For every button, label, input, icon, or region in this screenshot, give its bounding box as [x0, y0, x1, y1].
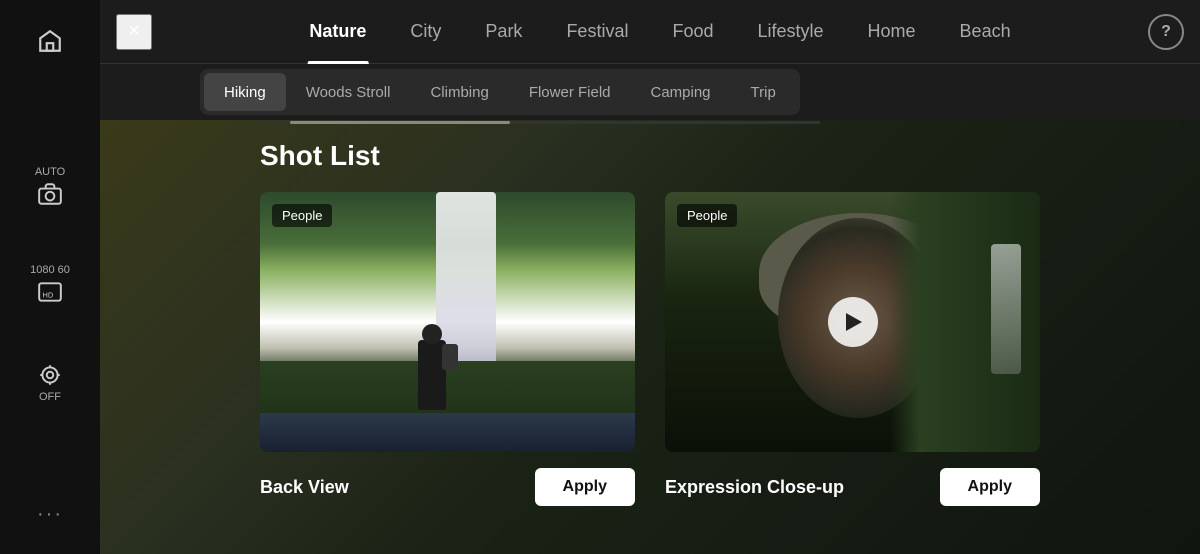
- tab-park[interactable]: Park: [463, 0, 544, 64]
- subtab-climbing[interactable]: Climbing: [410, 73, 508, 111]
- subtab-flower-field[interactable]: Flower Field: [509, 73, 631, 111]
- subtab-woods-stroll[interactable]: Woods Stroll: [286, 73, 411, 111]
- tab-nature[interactable]: Nature: [287, 0, 388, 64]
- subtab-camping[interactable]: Camping: [631, 73, 731, 111]
- play-icon: [846, 313, 862, 331]
- card-2-image: People: [665, 192, 1040, 452]
- card-1-footer: Back View Apply: [260, 452, 635, 506]
- auto-label: AUTO: [35, 166, 65, 178]
- sub-navigation: Hiking Woods Stroll Climbing Flower Fiel…: [100, 64, 1200, 120]
- tab-home[interactable]: Home: [846, 0, 938, 64]
- sub-tab-group: Hiking Woods Stroll Climbing Flower Fiel…: [200, 69, 800, 115]
- card-1-apply-button[interactable]: Apply: [535, 468, 635, 506]
- tab-city[interactable]: City: [388, 0, 463, 64]
- shot-list-title: Shot List: [260, 140, 1040, 172]
- content-area: Shot List: [100, 120, 1200, 554]
- card-back-view: People Back View Apply: [260, 192, 635, 506]
- sidebar: AUTO 1080 60 HD OFF ···: [0, 0, 100, 554]
- effect-label: OFF: [39, 391, 61, 403]
- cards-row: People Back View Apply: [260, 192, 1040, 506]
- top-navigation: × Nature City Park Festival Food Lifesty…: [100, 0, 1200, 64]
- close-button[interactable]: ×: [116, 14, 152, 50]
- card-2-footer: Expression Close-up Apply: [665, 452, 1040, 506]
- tab-festival[interactable]: Festival: [544, 0, 650, 64]
- card-1-bg: [260, 192, 635, 452]
- camera-mode-button[interactable]: AUTO: [25, 162, 75, 212]
- water-element: [260, 413, 635, 452]
- resolution-label: 1080 60: [30, 264, 70, 276]
- waterfall2-element: [991, 244, 1021, 374]
- card-1-image: People: [260, 192, 635, 452]
- person-body: [418, 340, 446, 410]
- backpack: [442, 344, 458, 370]
- subtab-trip[interactable]: Trip: [731, 73, 796, 111]
- effect-button[interactable]: OFF: [25, 358, 75, 408]
- resolution-button[interactable]: 1080 60 HD: [25, 260, 75, 310]
- card-2-label: Expression Close-up: [665, 477, 844, 498]
- svg-text:HD: HD: [42, 290, 53, 299]
- card-2-apply-button[interactable]: Apply: [940, 468, 1040, 506]
- tab-food[interactable]: Food: [650, 0, 735, 64]
- card-expression: People Expression Close-up Apply: [665, 192, 1040, 506]
- person-head: [422, 324, 442, 344]
- category-tabs: Nature City Park Festival Food Lifestyle…: [172, 0, 1148, 64]
- main-content: × Nature City Park Festival Food Lifesty…: [100, 0, 1200, 554]
- help-button[interactable]: ?: [1148, 14, 1184, 50]
- play-button[interactable]: [828, 297, 878, 347]
- tab-lifestyle[interactable]: Lifestyle: [735, 0, 845, 64]
- card-2-tag: People: [677, 204, 737, 227]
- content-inner: Shot List: [100, 120, 1200, 506]
- tab-beach[interactable]: Beach: [938, 0, 1033, 64]
- subtab-hiking[interactable]: Hiking: [204, 73, 286, 111]
- more-button[interactable]: ···: [37, 503, 63, 526]
- card-1-label: Back View: [260, 477, 349, 498]
- card-1-tag: People: [272, 204, 332, 227]
- home-button[interactable]: [25, 16, 75, 66]
